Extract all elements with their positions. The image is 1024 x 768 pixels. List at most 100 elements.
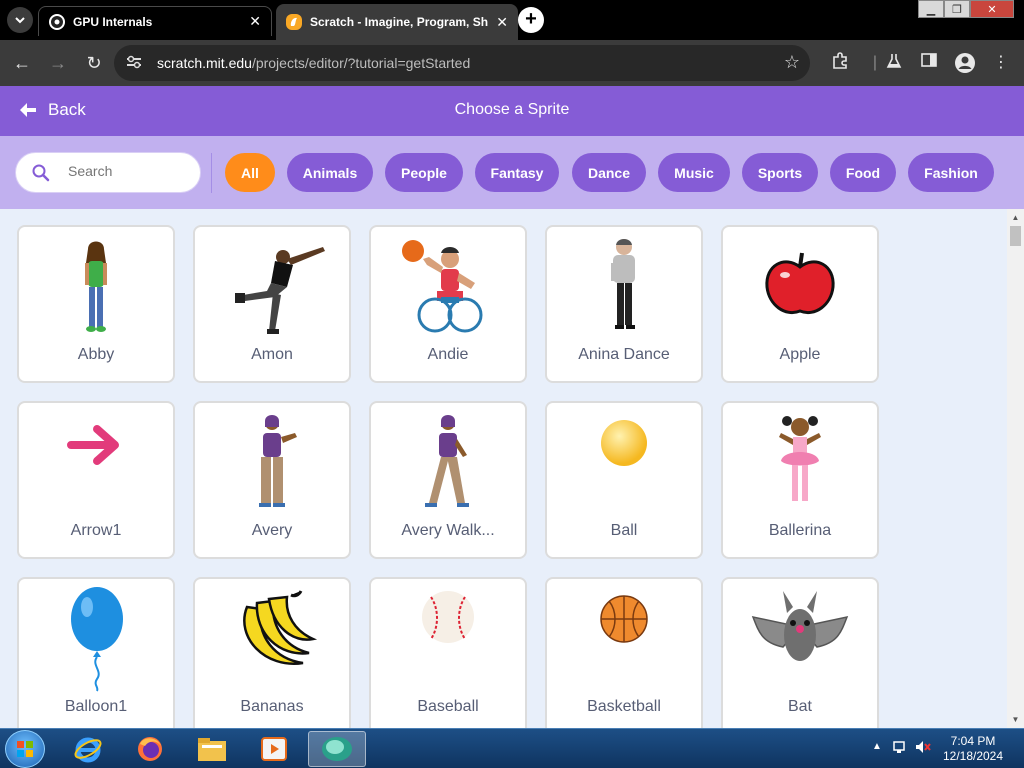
sprite-card-avery[interactable]: Avery <box>193 401 351 559</box>
sprite-card-balloon1[interactable]: Balloon1 <box>17 577 175 728</box>
side-panel-icon[interactable] <box>918 52 940 74</box>
clock-time: 7:04 PM <box>950 734 996 748</box>
sprite-card-avery-walk[interactable]: Avery Walk... <box>369 401 527 559</box>
filter-bar: All Animals People Fantasy Dance Music Sports F… <box>0 136 1024 209</box>
firefox-icon[interactable] <box>124 731 176 767</box>
sprite-card-ballerina[interactable]: Ballerina <box>721 401 879 559</box>
search-input[interactable] <box>68 163 188 179</box>
network-icon[interactable] <box>892 739 908 758</box>
sprite-card-andie[interactable]: Andie <box>369 225 527 383</box>
sprite-name: Basketball <box>587 698 661 715</box>
category-chip-people[interactable]: People <box>385 153 463 192</box>
browser-toolbar: ← → ↻ scratch.mit.edu/projects/editor/?t… <box>0 40 1024 86</box>
tab-scratch[interactable]: Scratch - Imagine, Program, Sh ✕ <box>276 4 518 40</box>
bookmark-star-icon[interactable]: ☆ <box>784 52 800 73</box>
sprite-thumbnail <box>723 235 877 343</box>
search-box[interactable] <box>15 152 201 193</box>
sprite-card-abby[interactable]: Abby <box>17 225 175 383</box>
sprite-card-bananas[interactable]: Bananas <box>193 577 351 728</box>
profile-avatar-icon[interactable] <box>954 52 976 74</box>
sprite-thumbnail <box>723 587 877 695</box>
sprite-name: Bat <box>787 698 812 715</box>
category-chip-all[interactable]: All <box>225 153 275 192</box>
windows-taskbar: ▲ 7:04 PM 12/18/2024 <box>0 728 1024 768</box>
sprite-thumbnail <box>371 235 525 343</box>
library-header: Back Choose a Sprite <box>0 86 1024 136</box>
sprite-thumbnail <box>19 411 173 519</box>
file-explorer-icon[interactable] <box>186 731 238 767</box>
close-icon[interactable]: ✕ <box>249 13 261 30</box>
category-chip-sports[interactable]: Sports <box>742 153 818 192</box>
sprite-card-bat[interactable]: Bat <box>721 577 879 728</box>
scroll-up-arrow-icon[interactable]: ▲ <box>1007 209 1024 226</box>
restore-button[interactable]: ❐ <box>944 0 970 18</box>
sprite-name: Avery <box>251 522 293 539</box>
reload-icon[interactable]: ↻ <box>82 51 106 75</box>
labs-flask-icon[interactable] <box>883 52 905 74</box>
sprite-card-anina-dance[interactable]: Anina Dance <box>545 225 703 383</box>
sprite-card-baseball[interactable]: Baseball <box>369 577 527 728</box>
window-controls: ▁ ❐ ✕ <box>918 0 1014 18</box>
sprite-library: Abby Amon Andie Anina Dance Apple Arrow1 Avery… <box>0 209 1024 728</box>
sprite-thumbnail <box>19 587 173 695</box>
tab-gpu-internals[interactable]: GPU Internals ✕ <box>38 6 272 36</box>
page-title: Choose a Sprite <box>454 101 570 118</box>
tab-search-button[interactable] <box>7 7 33 33</box>
sprite-card-amon[interactable]: Amon <box>193 225 351 383</box>
clock-date: 12/18/2024 <box>942 749 1004 763</box>
taskbar-active-app[interactable] <box>308 731 366 767</box>
browser-tabstrip: GPU Internals ✕ Scratch - Imagine, Progr… <box>0 0 1024 40</box>
sprite-thumbnail <box>195 235 349 343</box>
volume-muted-icon[interactable] <box>914 739 932 758</box>
sprite-thumbnail <box>195 411 349 519</box>
more-menu-icon[interactable]: ⋮ <box>990 52 1012 74</box>
category-chip-food[interactable]: Food <box>830 153 896 192</box>
sprite-thumbnail <box>371 411 525 519</box>
sprite-name: Balloon1 <box>64 698 128 715</box>
forward-arrow-icon[interactable]: → <box>46 51 70 75</box>
sprite-thumbnail <box>723 411 877 519</box>
sprite-name: Amon <box>251 346 293 363</box>
url-text: scratch.mit.edu/projects/editor/?tutoria… <box>157 55 471 71</box>
sprite-name: Anina Dance <box>578 346 670 363</box>
close-icon[interactable]: ✕ <box>496 14 508 31</box>
category-chip-dance[interactable]: Dance <box>572 153 646 192</box>
sprite-name: Andie <box>427 346 469 363</box>
sprite-name: Baseball <box>417 698 479 715</box>
app-orb-icon <box>322 737 352 761</box>
sprite-card-apple[interactable]: Apple <box>721 225 879 383</box>
scroll-down-arrow-icon[interactable]: ▼ <box>1007 711 1024 728</box>
tray-expand-icon[interactable]: ▲ <box>872 741 882 752</box>
start-button[interactable] <box>5 730 45 768</box>
sprite-name: Avery Walk... <box>401 522 495 539</box>
sprite-thumbnail <box>547 587 701 695</box>
sprite-name: Bananas <box>240 698 304 715</box>
media-player-icon[interactable] <box>248 731 300 767</box>
category-chip-music[interactable]: Music <box>658 153 730 192</box>
clock[interactable]: 7:04 PM 12/18/2024 <box>942 734 1004 764</box>
window-close-button[interactable]: ✕ <box>970 0 1014 18</box>
sprite-card-arrow1[interactable]: Arrow1 <box>17 401 175 559</box>
address-bar[interactable]: scratch.mit.edu/projects/editor/?tutoria… <box>114 45 810 81</box>
category-chip-fashion[interactable]: Fashion <box>908 153 994 192</box>
sprite-name: Apple <box>779 346 821 363</box>
sprite-name: Arrow1 <box>70 522 122 539</box>
sprite-card-ball[interactable]: Ball <box>545 401 703 559</box>
sprite-thumbnail <box>195 587 349 695</box>
scrollbar-thumb[interactable] <box>1010 226 1021 246</box>
scrollbar[interactable]: ▲ ▼ <box>1007 209 1024 728</box>
category-chip-fantasy[interactable]: Fantasy <box>475 153 559 192</box>
chrome-icon <box>49 13 65 30</box>
back-arrow-icon[interactable]: ← <box>10 51 34 75</box>
site-settings-icon[interactable] <box>126 55 144 71</box>
sprite-name: Ball <box>610 522 638 539</box>
minimize-button[interactable]: ▁ <box>918 0 944 18</box>
search-icon <box>32 164 50 187</box>
new-tab-button[interactable]: + <box>518 7 544 33</box>
tab-title: GPU Internals <box>73 14 153 29</box>
category-chip-animals[interactable]: Animals <box>287 153 373 192</box>
internet-explorer-icon[interactable] <box>62 731 114 767</box>
extensions-icon[interactable] <box>829 52 851 74</box>
sprite-card-basketball[interactable]: Basketball <box>545 577 703 728</box>
sprite-thumbnail <box>19 235 173 343</box>
